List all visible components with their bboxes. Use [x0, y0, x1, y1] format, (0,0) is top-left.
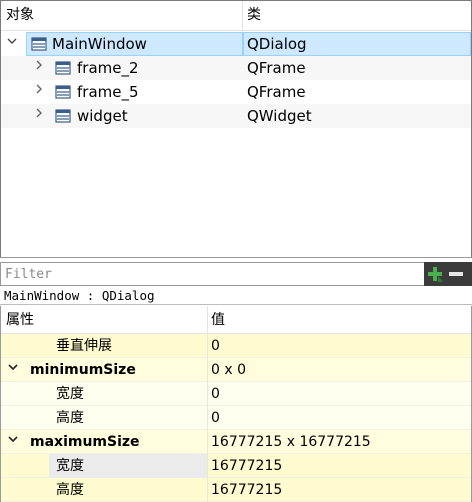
chevron-right-icon[interactable]	[32, 104, 46, 128]
tree-row-frame-5[interactable]: frame_5 QFrame	[1, 80, 471, 104]
column-divider	[207, 406, 208, 430]
header-divider[interactable]	[207, 306, 208, 334]
property-row-min-height[interactable]: 高度 0	[1, 406, 471, 430]
property-row-vertical-stretch[interactable]: 垂直伸展 0	[1, 334, 471, 358]
object-class: QDialog	[247, 35, 307, 53]
filter-input[interactable]	[0, 262, 424, 286]
object-name: frame_5	[77, 83, 139, 101]
property-row-min-width[interactable]: 宽度 0	[1, 382, 471, 406]
column-divider	[207, 454, 208, 478]
property-value[interactable]: 16777215 x 16777215	[211, 430, 371, 454]
property-row-maximumsize[interactable]: maximumSize 16777215 x 16777215	[1, 430, 471, 454]
chevron-down-icon[interactable]	[6, 358, 20, 382]
object-class: QWidget	[247, 107, 312, 125]
column-divider	[207, 430, 208, 454]
property-filter-bar	[0, 262, 472, 286]
property-name: minimumSize	[30, 362, 136, 378]
object-tree-header: 对象 类	[1, 1, 471, 31]
column-header-object[interactable]: 对象	[6, 1, 34, 31]
property-value[interactable]: 0	[211, 382, 220, 406]
column-header-value[interactable]: 值	[211, 306, 225, 334]
property-value[interactable]: 0	[211, 334, 220, 358]
widget-icon	[55, 61, 71, 75]
property-row-minimumsize[interactable]: minimumSize 0 x 0	[1, 358, 471, 382]
property-row-max-height[interactable]: 高度 16777215	[1, 478, 471, 502]
object-name: widget	[77, 107, 128, 125]
property-name: 宽度	[56, 458, 84, 474]
tree-row-mainwindow[interactable]: MainWindow QDialog	[1, 32, 471, 56]
property-grid-header: 属性 值	[1, 306, 471, 334]
property-value[interactable]: 0	[211, 406, 220, 430]
column-divider	[207, 358, 208, 382]
object-name: frame_2	[77, 59, 139, 77]
object-inspector: 对象 类 MainWindow QDialog frame_2 QFrame f…	[0, 0, 472, 258]
column-header-property[interactable]: 属性	[6, 306, 34, 334]
minus-icon[interactable]	[448, 266, 464, 282]
column-divider	[207, 478, 208, 502]
property-row-max-width[interactable]: 宽度 16777215	[1, 454, 471, 478]
object-class: QFrame	[247, 59, 306, 77]
object-class-label: MainWindow : QDialog	[0, 287, 472, 305]
property-value[interactable]: 16777215	[211, 454, 282, 478]
widget-icon	[31, 37, 47, 51]
property-name: 高度	[56, 482, 84, 498]
column-header-class[interactable]: 类	[247, 1, 261, 31]
property-name: 垂直伸展	[56, 338, 112, 354]
header-divider[interactable]	[242, 1, 243, 31]
widget-icon	[55, 109, 71, 123]
property-editor: 属性 值 垂直伸展 0 minimumSize 0 x 0 宽度 0 高度 0 …	[0, 306, 472, 502]
chevron-right-icon[interactable]	[32, 80, 46, 104]
plus-icon[interactable]	[427, 266, 443, 282]
column-divider	[207, 334, 208, 358]
chevron-down-icon[interactable]	[5, 32, 19, 56]
object-name: MainWindow	[52, 35, 147, 53]
property-value[interactable]: 16777215	[211, 478, 282, 502]
tree-row-widget[interactable]: widget QWidget	[1, 104, 471, 128]
column-divider	[207, 382, 208, 406]
object-class: QFrame	[247, 83, 306, 101]
widget-icon	[55, 85, 71, 99]
chevron-right-icon[interactable]	[32, 56, 46, 80]
property-name: 宽度	[56, 386, 84, 402]
property-value[interactable]: 0 x 0	[211, 358, 246, 382]
property-name: maximumSize	[30, 434, 140, 450]
filter-toolbar	[424, 262, 472, 286]
tree-row-frame-2[interactable]: frame_2 QFrame	[1, 56, 471, 80]
chevron-down-icon[interactable]	[6, 430, 20, 454]
property-name: 高度	[56, 410, 84, 426]
